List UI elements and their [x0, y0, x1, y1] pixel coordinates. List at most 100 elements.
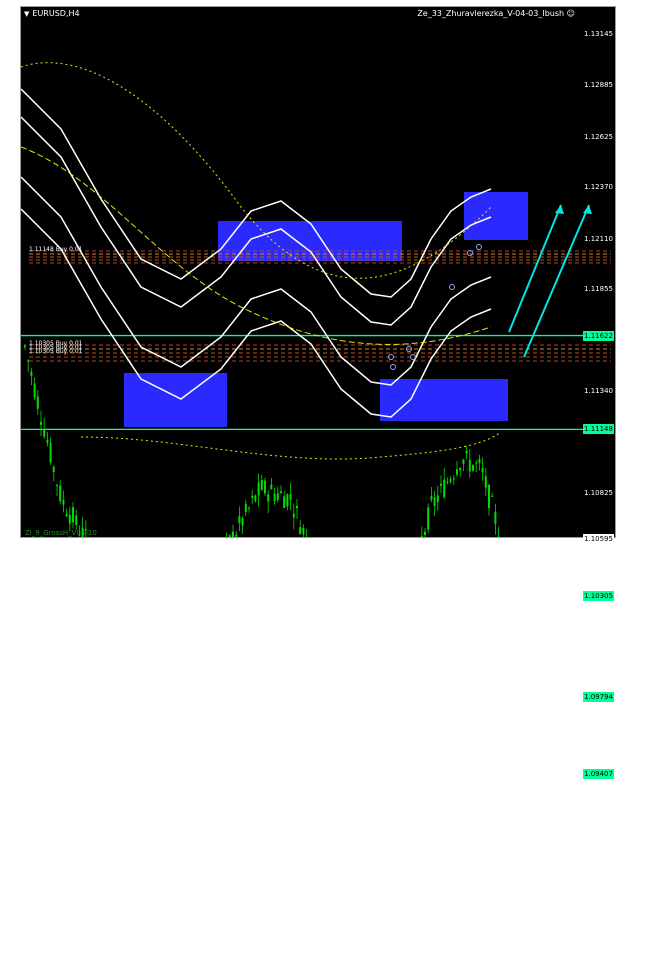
y-tick-label: 1.08765	[584, 897, 613, 906]
candle-body	[436, 495, 439, 502]
order-label: 1.10305 Buy 0.01	[29, 348, 83, 355]
candle-body	[280, 491, 282, 493]
candle-body	[475, 462, 478, 464]
indicator-name-text: Ze_33_Zhuravlerezka_V-04-03_Ibush	[417, 9, 565, 18]
candle-body	[283, 496, 286, 508]
symbol-label[interactable]: ▼ EURUSD,H4	[24, 9, 80, 18]
candle-body	[430, 496, 433, 500]
candle-body	[289, 494, 292, 500]
y-tick-label: 1.09280	[584, 795, 613, 804]
candle-body	[43, 428, 46, 437]
candle-body	[52, 466, 55, 473]
candle-body	[456, 469, 458, 475]
zone-rect	[380, 379, 508, 421]
y-tick-label: 1.10825	[584, 489, 613, 498]
level-price-box: 1.09794	[583, 692, 614, 703]
y-tick-label: 1.12885	[584, 81, 613, 90]
candle-body	[491, 495, 494, 497]
signal-marker	[390, 364, 396, 370]
candle-body	[264, 480, 266, 494]
candle-body	[244, 503, 247, 513]
candle-body	[462, 459, 465, 464]
candle-body	[241, 518, 244, 526]
candle-body	[235, 534, 238, 537]
y-tick-label: 1.09020	[584, 846, 613, 855]
chart-window[interactable]: 1.11148 Buy 0.01 1.10305 Buy 0.01 1.10305 …	[20, 6, 616, 957]
candle-body	[59, 485, 62, 502]
y-tick-label: 1.13145	[584, 29, 613, 38]
candle-body	[238, 515, 241, 523]
candle-body	[296, 505, 298, 509]
candle-body	[424, 531, 426, 535]
candle-body	[446, 481, 449, 483]
candle-body	[443, 479, 446, 498]
candle-body	[33, 383, 36, 398]
y-tick-label: 1.10050	[584, 642, 613, 651]
price-axis[interactable]: 1.11622 1.11148 1.10595 1.10305 1.09794 1.094…	[581, 7, 615, 957]
candle-body	[484, 476, 487, 488]
candle-body	[494, 511, 497, 524]
candle-body	[497, 536, 500, 537]
candle-body	[36, 396, 39, 409]
current-price-box: 1.10595	[583, 533, 614, 544]
bollinger-lower	[21, 176, 492, 386]
candle-body	[49, 443, 52, 463]
candle-body	[472, 465, 474, 471]
candle-body	[292, 513, 295, 518]
candle-body	[251, 495, 254, 498]
envelope-upper	[21, 88, 492, 298]
candle-body	[440, 483, 442, 486]
level-price-box: 1.11148	[583, 424, 614, 435]
y-tick-label: 1.11855	[584, 285, 613, 294]
signal-marker	[449, 284, 455, 290]
candle-body	[232, 531, 234, 537]
y-tick-label: 1.09535	[584, 744, 613, 753]
candle-body	[62, 499, 65, 505]
candle-body	[286, 494, 289, 507]
dropdown-triangle-icon[interactable]: ▼	[24, 10, 29, 18]
candle-body	[72, 507, 74, 523]
candle-body	[56, 484, 58, 486]
candle-body	[478, 458, 481, 463]
candle-body	[433, 497, 436, 506]
zone-rect	[218, 221, 402, 261]
price-chart[interactable]: 1.11148 Buy 0.011.10305 Buy 0.011.10305 …	[21, 7, 611, 537]
candle-body	[276, 493, 279, 501]
level-price-box: 1.11622	[583, 330, 614, 341]
candle-body	[465, 450, 468, 454]
candle-body	[420, 535, 423, 537]
candle-body	[228, 535, 231, 537]
candle-body	[468, 459, 471, 472]
zone-rect	[464, 192, 528, 240]
candle-body	[24, 345, 26, 348]
candle-body	[427, 507, 430, 530]
candle-body	[449, 479, 452, 482]
indicator-name: Ze_33_Zhuravlerezka_V-04-03_Ibush ☺	[417, 9, 575, 18]
candle-body	[30, 371, 33, 376]
y-tick-label: 1.12370	[584, 183, 613, 192]
candle-body	[452, 478, 455, 480]
candle-body	[27, 360, 30, 362]
y-tick-label: 1.08505	[584, 948, 613, 957]
candle-body	[257, 482, 260, 496]
zone-rect	[124, 373, 227, 427]
level-price-box: 1.09407	[583, 769, 614, 780]
candle-body	[40, 421, 42, 425]
candle-body	[481, 468, 484, 473]
candle-body	[75, 515, 78, 525]
candle-body	[302, 527, 305, 535]
moving-average-lower	[80, 431, 502, 460]
y-tick-label: 1.11340	[584, 387, 613, 396]
candle-body	[254, 495, 257, 501]
level-price-box: 1.10305	[583, 591, 614, 602]
candle-body	[260, 480, 263, 490]
candle-body	[46, 439, 49, 443]
candle-body	[248, 507, 250, 509]
candle-body	[299, 527, 302, 535]
y-tick-label: 1.12110	[584, 234, 613, 243]
candle-body	[270, 484, 273, 490]
candle-body	[273, 493, 276, 502]
smiley-icon: ☺	[566, 9, 575, 18]
order-label: 1.11148 Buy 0.01	[29, 246, 83, 253]
footer-indicator-label: Zi_9_GrossH_V04-10	[25, 529, 97, 537]
